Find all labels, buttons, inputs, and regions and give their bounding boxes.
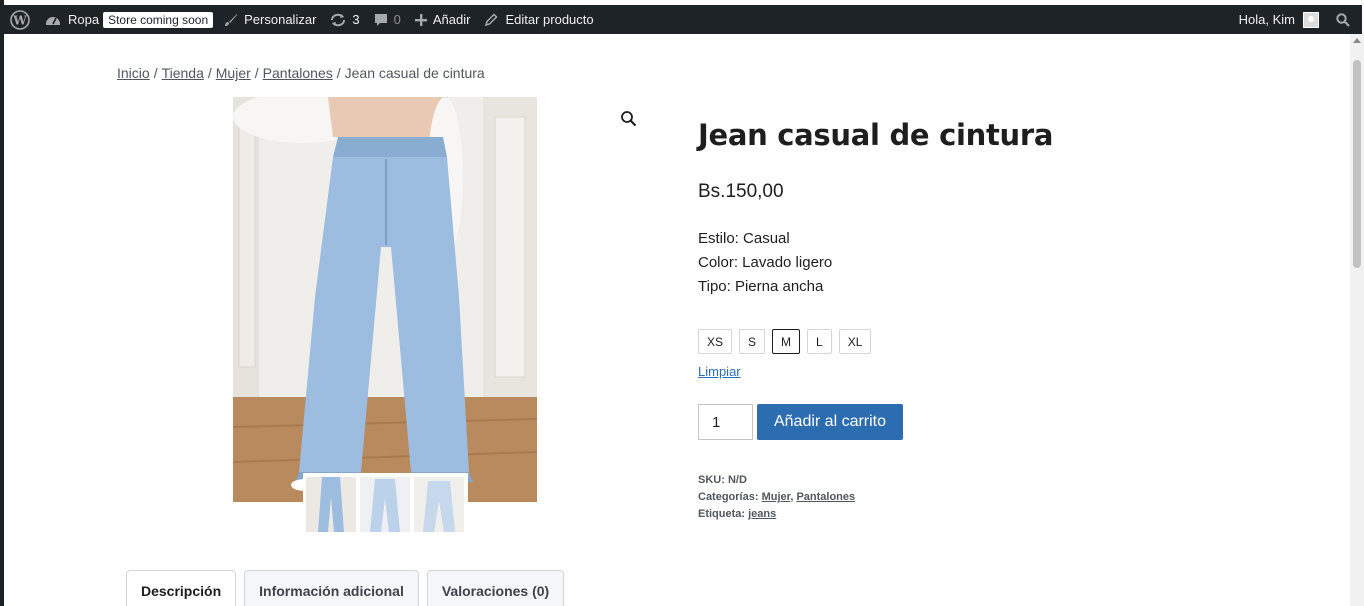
tab-description[interactable]: Descripción: [126, 570, 237, 606]
size-option-s[interactable]: S: [739, 329, 766, 354]
category-link-mujer[interactable]: Mujer: [762, 491, 791, 503]
breadcrumb-separator: /: [153, 65, 158, 81]
product-title: Jean casual de cintura: [698, 118, 1054, 152]
breadcrumb: Inicio / Tienda / Mujer / Pantalones / Jean casu…: [117, 65, 485, 81]
add-to-cart-button[interactable]: Añadir al carrito: [757, 404, 903, 440]
product-short-description: Estilo: Casual Color: Lavado ligero Tipo…: [698, 227, 832, 299]
wordpress-logo-icon[interactable]: W: [0, 5, 38, 34]
breadcrumb-link-pantalones[interactable]: Pantalones: [263, 65, 333, 81]
svg-text:W: W: [12, 13, 27, 27]
admin-bar: W Ropa Store coming soon Personalizar 3 …: [0, 5, 1362, 34]
thumbnail-1[interactable]: [306, 477, 356, 532]
breadcrumb-separator: /: [336, 65, 341, 81]
product-meta: SKU: N/D Categorías: Mujer, Pantalones E…: [698, 472, 855, 523]
sku-row: SKU: N/D: [698, 472, 855, 489]
customize-label: Personalizar: [244, 12, 317, 27]
size-option-xl[interactable]: XL: [838, 329, 872, 354]
edit-product-label: Editar producto: [505, 12, 594, 27]
edit-product-link[interactable]: Editar producto: [477, 5, 600, 34]
size-option-m[interactable]: M: [772, 329, 801, 354]
comment-bubble-icon: [374, 13, 388, 27]
sku-label: SKU:: [698, 474, 725, 486]
dashboard-gauge-icon: [45, 13, 61, 27]
site-name-link[interactable]: Ropa: [38, 5, 103, 34]
site-name-label: Ropa: [68, 12, 100, 27]
zoom-magnifier-icon[interactable]: [620, 110, 638, 133]
attribute-type: Tipo: Pierna ancha: [698, 278, 824, 295]
pencil-icon: [484, 12, 499, 27]
thumbnail-3[interactable]: [414, 477, 464, 532]
scrollbar-thumb[interactable]: [1353, 60, 1361, 268]
breadcrumb-link-mujer[interactable]: Mujer: [216, 65, 251, 81]
updates-link[interactable]: 3: [323, 5, 366, 34]
product-price: Bs.150,00: [698, 181, 784, 202]
quantity-input[interactable]: 1: [698, 404, 753, 440]
sku-value: N/D: [727, 474, 747, 486]
size-option-l[interactable]: L: [807, 329, 832, 354]
attribute-style: Estilo: Casual: [698, 230, 790, 247]
size-option-xs[interactable]: XS: [698, 329, 733, 354]
thumbnail-gallery: [303, 473, 468, 534]
left-edge-strip: [0, 0, 4, 606]
customize-link[interactable]: Personalizar: [217, 5, 323, 34]
search-icon[interactable]: [1329, 5, 1362, 34]
thumbnail-2[interactable]: [360, 477, 410, 532]
tab-additional-information[interactable]: Información adicional: [244, 570, 419, 606]
clear-selection-link[interactable]: Limpiar: [698, 364, 741, 379]
category-link-pantalones[interactable]: Pantalones: [796, 491, 855, 503]
comments-link[interactable]: 0: [367, 5, 408, 34]
admin-bar-right: Hola, Kim: [1232, 5, 1362, 34]
avatar: [1303, 11, 1319, 28]
product-main-image[interactable]: [233, 97, 537, 502]
breadcrumb-separator: /: [207, 65, 212, 81]
updates-icon: [330, 13, 346, 27]
categories-row: Categorías: Mujer, Pantalones: [698, 491, 856, 503]
page-scrollbar[interactable]: [1350, 34, 1364, 606]
updates-count: 3: [352, 12, 360, 27]
tag-link-jeans[interactable]: jeans: [748, 508, 776, 520]
tag-label: Etiqueta:: [698, 508, 746, 520]
paintbrush-icon: [224, 13, 238, 27]
categories-label: Categorías:: [698, 491, 759, 503]
breadcrumb-link-tienda[interactable]: Tienda: [162, 65, 204, 81]
product-tabs: Descripción Información adicional Valora…: [126, 570, 565, 606]
greeting-label: Hola, Kim: [1238, 12, 1295, 27]
size-selector: XS S M L XL: [698, 329, 872, 354]
plus-icon: [414, 13, 427, 26]
comments-count: 0: [393, 12, 401, 27]
add-new-label: Añadir: [432, 12, 471, 27]
scroll-up-arrow-icon[interactable]: [1353, 38, 1361, 43]
tab-reviews[interactable]: Valoraciones (0): [426, 570, 565, 606]
store-status-badge[interactable]: Store coming soon: [103, 11, 214, 28]
breadcrumb-current: Jean casual de cintura: [344, 65, 485, 81]
my-account-link[interactable]: Hola, Kim: [1232, 5, 1329, 34]
breadcrumb-separator: /: [254, 65, 259, 81]
tag-row: Etiqueta: jeans: [698, 506, 855, 523]
breadcrumb-link-inicio[interactable]: Inicio: [117, 65, 150, 81]
attribute-color: Color: Lavado ligero: [698, 254, 833, 271]
add-new-link[interactable]: Añadir: [408, 5, 478, 34]
